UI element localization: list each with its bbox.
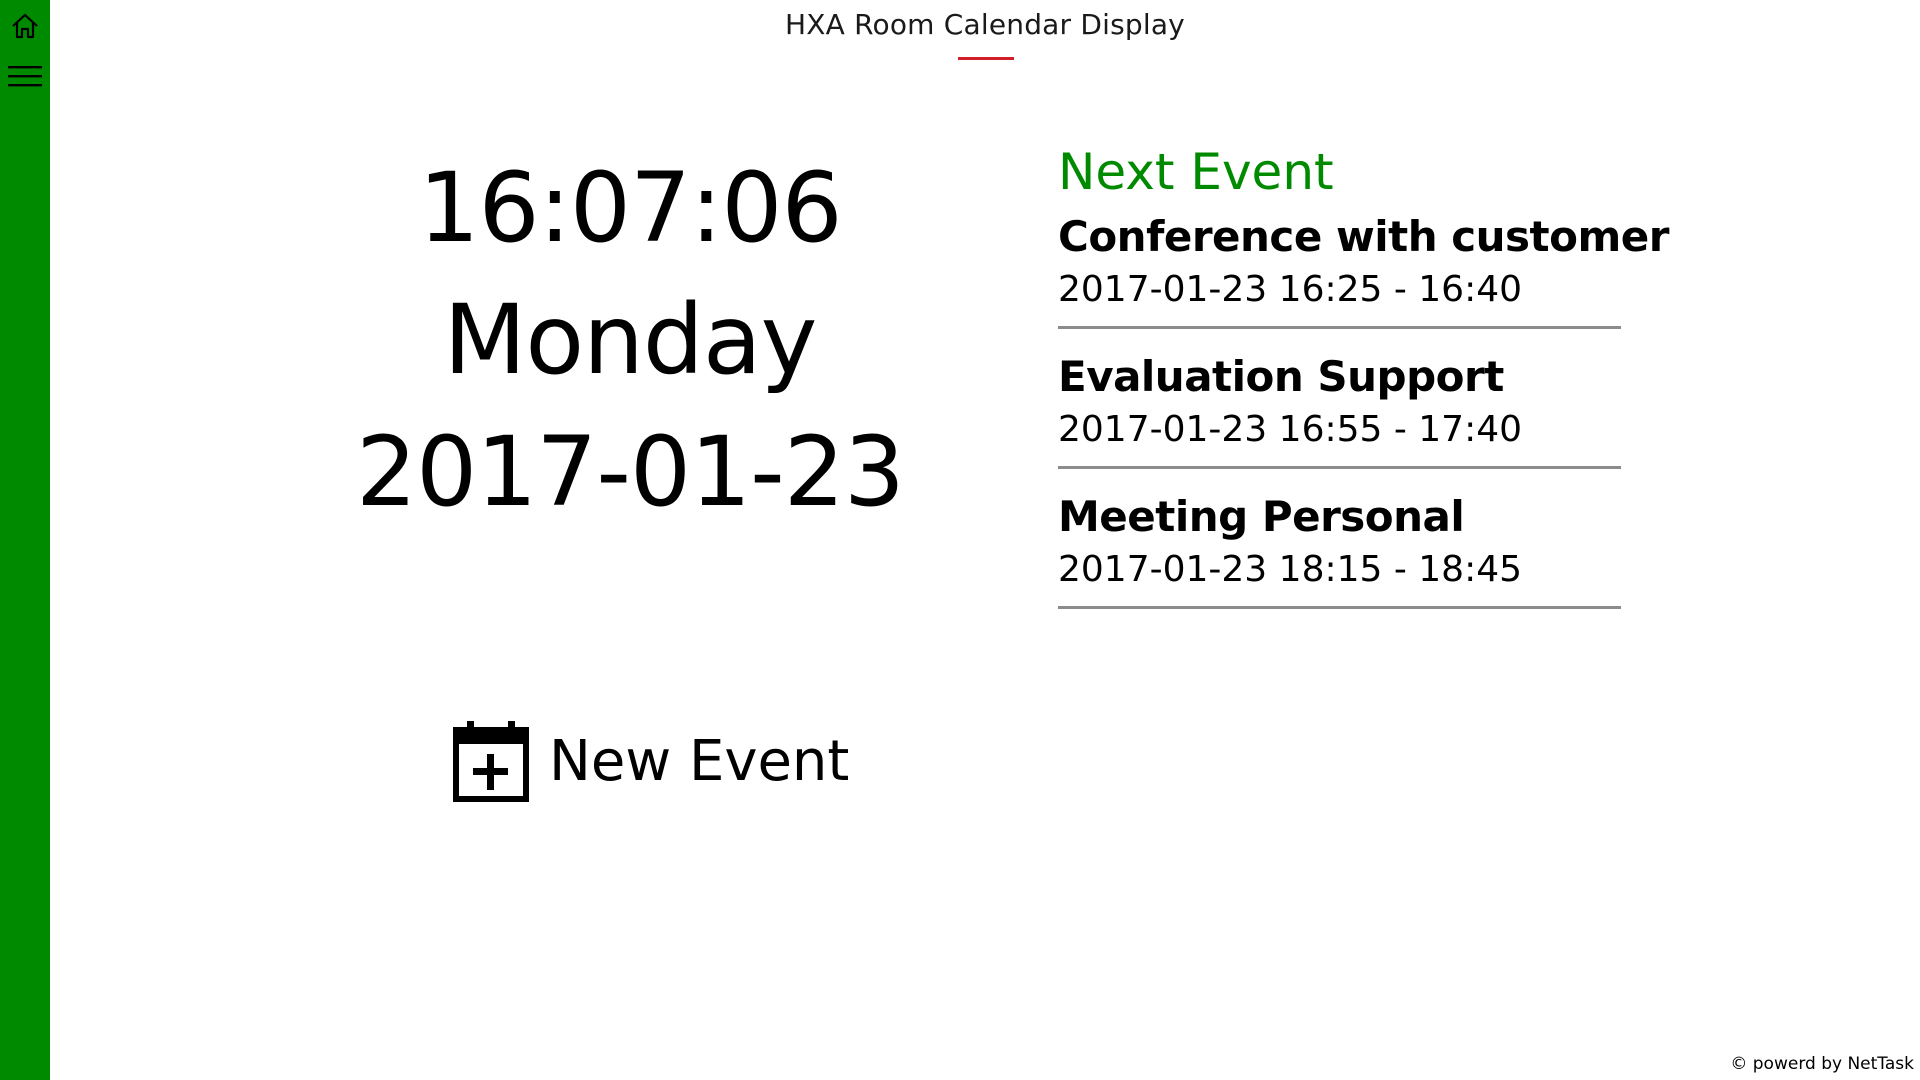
title-underline xyxy=(958,57,1014,60)
event-time: 2017-01-23 16:55 - 17:40 xyxy=(1058,409,1523,450)
title-bar: HXA Room Calendar Display xyxy=(50,8,1920,41)
next-event-heading: Next Event xyxy=(1058,143,1334,201)
event-title: Meeting Personal xyxy=(1058,492,1465,541)
event-title: Evaluation Support xyxy=(1058,352,1504,401)
new-event-label: New Event xyxy=(549,728,850,794)
new-event-button[interactable]: New Event xyxy=(453,720,849,802)
current-date: 2017-01-23 xyxy=(356,416,905,528)
current-weekday: Monday xyxy=(443,284,818,396)
sidebar xyxy=(0,0,50,1080)
hamburger-menu-icon xyxy=(8,66,42,87)
event-time: 2017-01-23 16:25 - 16:40 xyxy=(1058,269,1523,310)
event-item[interactable]: Evaluation Support 2017-01-23 16:55 - 17… xyxy=(1058,344,1621,469)
app-title: HXA Room Calendar Display xyxy=(785,8,1185,41)
current-time: 16:07:06 xyxy=(418,152,842,264)
event-time: 2017-01-23 18:15 - 18:45 xyxy=(1058,549,1523,590)
home-button[interactable] xyxy=(0,2,50,50)
event-title: Conference with customer xyxy=(1058,212,1669,261)
calendar-add-icon xyxy=(453,721,529,802)
footer-credit: © powerd by NetTask xyxy=(1730,1054,1914,1074)
next-events-panel: Next Event Conference with customer 2017… xyxy=(1058,140,1669,609)
hamburger-menu-button[interactable] xyxy=(0,52,50,100)
app-window: HXA Room Calendar Display 16:07:06 Monda… xyxy=(0,0,1920,1080)
clock-panel: 16:07:06 Monday 2017-01-23 xyxy=(330,160,930,556)
event-item[interactable]: Conference with customer 2017-01-23 16:2… xyxy=(1058,204,1669,329)
home-icon xyxy=(12,13,38,39)
event-item[interactable]: Meeting Personal 2017-01-23 18:15 - 18:4… xyxy=(1058,484,1621,609)
